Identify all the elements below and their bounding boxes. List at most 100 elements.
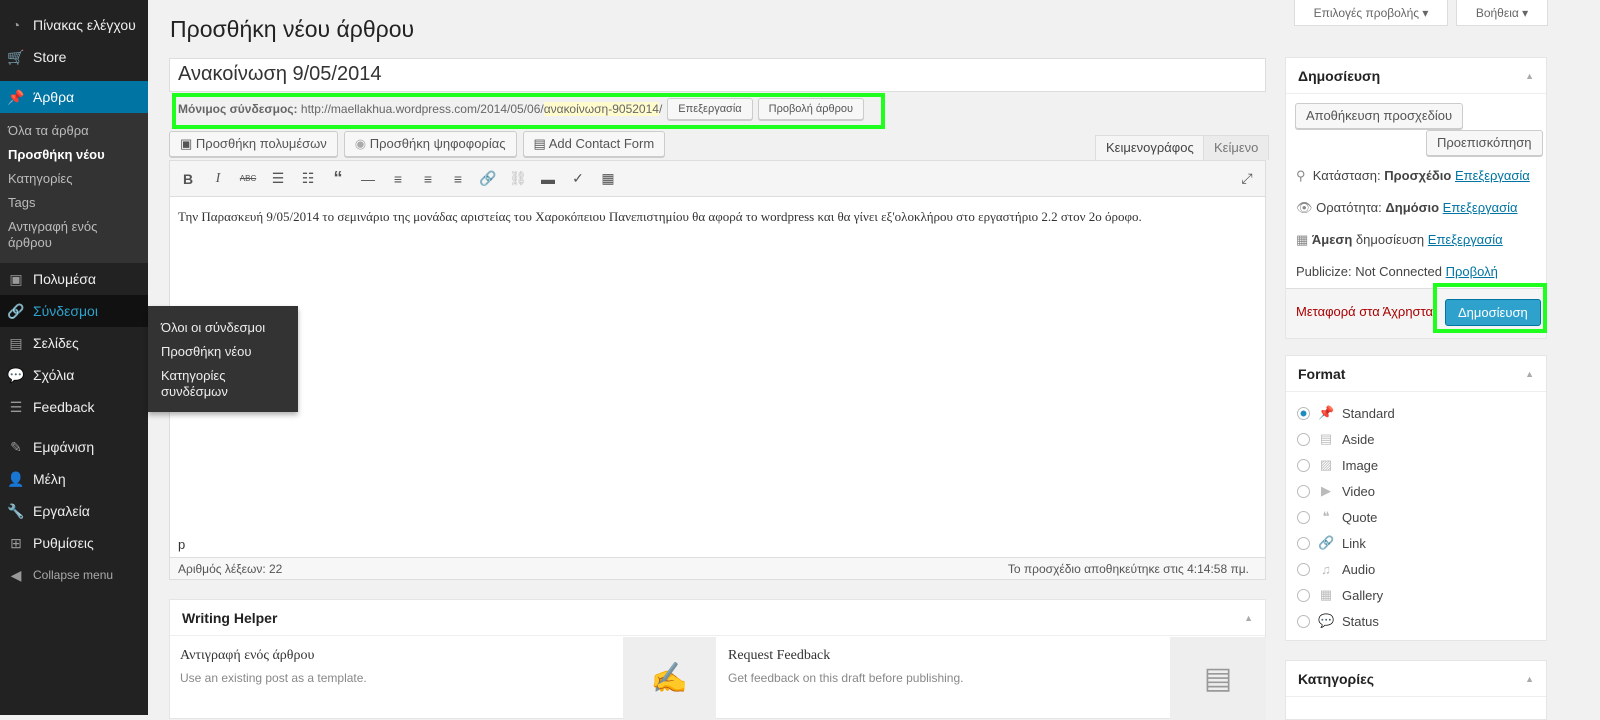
format-option-gallery[interactable]: ▦ Gallery [1297, 582, 1535, 608]
spellcheck-icon[interactable]: ✓ [563, 170, 593, 187]
submenu-tags[interactable]: Tags [0, 191, 148, 215]
menu-comments[interactable]: 💬 Σχόλια [0, 359, 148, 391]
menu-users[interactable]: 👤 Μέλη [0, 463, 148, 495]
categories-title: Κατηγορίες [1298, 670, 1375, 687]
edit-status-link[interactable]: Επεξεργασία [1455, 168, 1530, 183]
edit-visibility-link[interactable]: Επεξεργασία [1443, 200, 1518, 215]
radio-button[interactable] [1297, 510, 1310, 524]
writing-helper-title: Writing Helper [182, 609, 278, 626]
radio-button[interactable] [1297, 536, 1310, 550]
bold-button[interactable]: B [173, 171, 203, 187]
help-button[interactable]: Βοήθεια ▾ [1456, 0, 1548, 26]
pen-hand-icon[interactable]: ✍ [623, 637, 716, 720]
menu-tools[interactable]: 🔧 Εργαλεία [0, 495, 148, 527]
add-poll-button[interactable]: ◉ Προσθήκη ψηφοφορίας [343, 131, 517, 157]
submenu-all-posts[interactable]: Όλα τα άρθρα [0, 119, 148, 143]
flyout-add-new[interactable]: Προσθήκη νέου [148, 340, 298, 364]
horizontal-line-icon[interactable]: — [353, 171, 383, 187]
toggle-icon[interactable]: ▲ [1525, 369, 1534, 379]
toggle-icon[interactable]: ▲ [1525, 71, 1534, 81]
strikethrough-button[interactable]: ABC [233, 174, 263, 183]
flyout-link-categories[interactable]: Κατηγορίες συνδέσμων [148, 364, 298, 404]
form-icon: ▤ [533, 136, 546, 151]
toggle-icon[interactable]: ▲ [1525, 674, 1534, 684]
flyout-all-links[interactable]: Όλοι οι σύνδεσμοι [148, 316, 298, 340]
submenu-add-new[interactable]: Προσθήκη νέου [0, 143, 148, 167]
publish-title: Δημοσίευση [1298, 67, 1381, 84]
format-option-quote[interactable]: ❝ Quote [1297, 504, 1535, 530]
screen-options-button[interactable]: Επιλογές προβολής ▾ [1294, 0, 1448, 26]
menu-appearance[interactable]: ✎ Εμφάνιση [0, 431, 148, 463]
status-row: ⚲ Κατάσταση: Προσχέδιο Επεξεργασία [1296, 168, 1530, 183]
submenu-copy-post[interactable]: Αντιγραφή ενός άρθρου [0, 215, 148, 255]
menu-media[interactable]: ▣ Πολυμέσα [0, 263, 148, 295]
post-title-input[interactable]: Ανακοίνωση 9/05/2014 [169, 58, 1266, 92]
collapse-icon: ◀ [10, 566, 22, 583]
unlink-icon[interactable]: ⛓ [503, 170, 533, 187]
radio-button[interactable] [1297, 588, 1310, 602]
format-option-aside[interactable]: ▤ Aside [1297, 426, 1535, 452]
radio-button[interactable] [1297, 406, 1310, 420]
toggle-icon[interactable]: ▲ [1244, 613, 1253, 623]
format-option-video[interactable]: ▶ Video [1297, 478, 1535, 504]
menu-feedback[interactable]: ☰ Feedback [0, 391, 148, 423]
request-feedback-title[interactable]: Request Feedback [728, 648, 830, 664]
format-video-icon: ▶ [1321, 483, 1331, 498]
tab-visual[interactable]: Κειμενογράφος [1095, 135, 1205, 160]
posts-submenu: Όλα τα άρθρα Προσθήκη νέου Κατηγορίες Ta… [0, 113, 148, 263]
collapse-menu[interactable]: ◀ Collapse menu [0, 559, 148, 591]
comment-icon: 💬 [7, 366, 25, 383]
format-option-status[interactable]: 💬 Status [1297, 608, 1535, 634]
format-option-audio[interactable]: ♫ Audio [1297, 556, 1535, 582]
format-option-standard[interactable]: 📌 Standard [1297, 400, 1535, 426]
format-option-link[interactable]: 🔗 Link [1297, 530, 1535, 556]
publicize-link[interactable]: Προβολή [1446, 264, 1498, 279]
tab-text[interactable]: Κείμενο [1203, 135, 1270, 160]
align-right-icon[interactable]: ≡ [443, 171, 473, 187]
feedback-icon: ☰ [9, 398, 23, 415]
read-more-icon[interactable]: ▬ [533, 171, 563, 187]
menu-settings[interactable]: ⊞ Ρυθμίσεις [0, 527, 148, 559]
menu-posts[interactable]: 📌 Άρθρα [0, 81, 148, 113]
visibility-row: 👁 Ορατότητα: Δημόσιο Επεξεργασία [1296, 200, 1518, 215]
copy-post-title[interactable]: Αντιγραφή ενός άρθρου [180, 648, 314, 664]
align-left-icon[interactable]: ≡ [383, 171, 413, 187]
categories-box: Κατηγορίες ▲ [1285, 660, 1547, 720]
radio-button[interactable] [1297, 484, 1310, 498]
align-center-icon[interactable]: ≡ [413, 171, 443, 187]
request-feedback-desc: Get feedback on this draft before publis… [728, 671, 964, 685]
calendar-icon: ▦ [1296, 232, 1309, 247]
menu-pages[interactable]: ▤ Σελίδες [0, 327, 148, 359]
blockquote-icon[interactable]: “ [323, 168, 353, 189]
fullscreen-icon[interactable]: ⤢ [1232, 170, 1262, 187]
preview-button[interactable]: Προεπισκόπηση [1426, 130, 1543, 156]
numbered-list-icon[interactable]: ☷ [293, 170, 323, 187]
editor-content[interactable]: Την Παρασκευή 9/05/2014 το σεμινάριο της… [170, 197, 1265, 537]
radio-button[interactable] [1297, 458, 1310, 472]
submenu-categories[interactable]: Κατηγορίες [0, 167, 148, 191]
radio-button[interactable] [1297, 562, 1310, 576]
pages-icon: ▤ [9, 334, 23, 351]
link-icon[interactable]: 🔗 [473, 170, 503, 187]
format-gallery-icon: ▦ [1319, 587, 1333, 602]
add-contact-form-button[interactable]: ▤ Add Contact Form [522, 131, 666, 157]
edit-schedule-link[interactable]: Επεξεργασία [1428, 232, 1503, 247]
document-review-icon[interactable]: ▤ [1170, 637, 1266, 720]
menu-links[interactable]: 🔗 Σύνδεσμοι [0, 295, 148, 327]
radio-button[interactable] [1297, 432, 1310, 446]
add-media-button[interactable]: ▣ Προσθήκη πολυμέσων [169, 131, 338, 157]
menu-dashboard[interactable]: ◔ Πίνακας ελέγχου [0, 9, 148, 41]
editor: B I ABC ☰ ☷ “ — ≡ ≡ ≡ 🔗 ⛓ ▬ ✓ ▦ ⤢ Την Πα… [169, 160, 1266, 580]
italic-button[interactable]: I [203, 171, 233, 187]
menu-store[interactable]: 🛒 Store [0, 41, 148, 73]
save-draft-button[interactable]: Αποθήκευση προσχεδίου [1295, 103, 1464, 129]
format-title: Format [1298, 365, 1346, 382]
copy-post-desc: Use an existing post as a template. [180, 671, 367, 685]
move-to-trash-link[interactable]: Μεταφορά στα Άχρηστα [1296, 304, 1433, 319]
radio-button[interactable] [1297, 614, 1310, 628]
publicize-row: Publicize: Not Connected Προβολή [1296, 264, 1498, 279]
editor-path: p [178, 537, 186, 552]
toolbar-toggle-icon[interactable]: ▦ [593, 170, 623, 187]
bullet-list-icon[interactable]: ☰ [263, 170, 293, 187]
format-option-image[interactable]: ▨ Image [1297, 452, 1535, 478]
